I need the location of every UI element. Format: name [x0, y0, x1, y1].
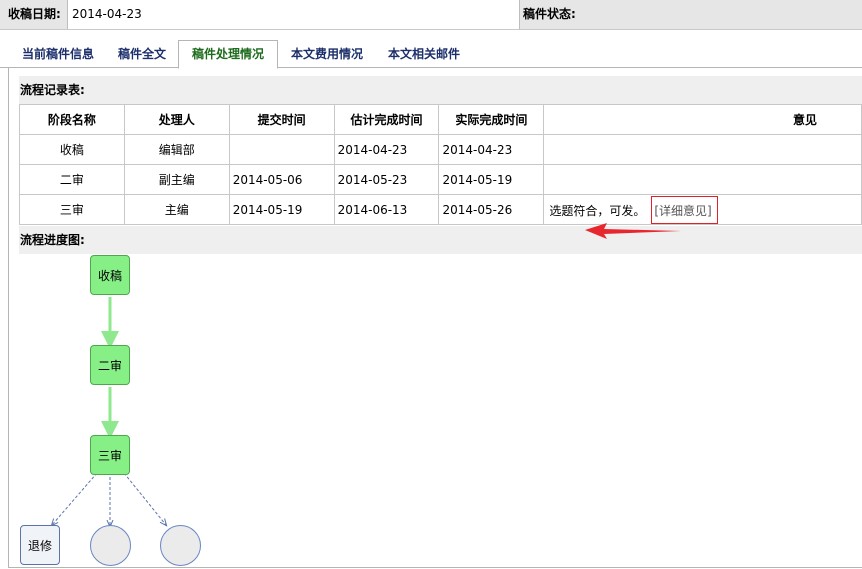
content-panel: 流程记录表: 阶段名称 处理人 提交时间 估计完成时间 实际完成时间 意见 收稿…	[8, 68, 862, 568]
flow-node-sanshen: 三审	[90, 435, 130, 475]
receive-date-value: 2014-04-23	[68, 0, 519, 29]
arrow-sanshen-to-tuixiu	[52, 472, 98, 525]
flow-connectors	[9, 297, 862, 568]
tab-current-info[interactable]: 当前稿件信息	[10, 42, 106, 68]
tab-full-text[interactable]: 稿件全文	[108, 42, 176, 68]
tab-fees[interactable]: 本文费用情况	[280, 42, 374, 68]
arrow-sanshen-to-next-2	[123, 472, 166, 525]
flow-node-ershen: 二审	[90, 345, 130, 385]
flow-node-blank	[90, 525, 131, 566]
tab-related-emails[interactable]: 本文相关邮件	[378, 42, 470, 68]
receive-date-label: 收稿日期:	[0, 0, 67, 29]
flow-node-blank	[160, 525, 201, 566]
flow-node-shougao: 收稿	[90, 255, 130, 295]
tab-bar: 当前稿件信息 稿件全文 稿件处理情况 本文费用情况 本文相关邮件	[0, 36, 862, 69]
status-label: 稿件状态:	[520, 0, 862, 29]
manuscript-info-bar: 收稿日期: 2014-04-23 稿件状态:	[0, 0, 862, 30]
flow-node-tuixiu: 退修	[20, 525, 60, 565]
red-arrow-annotation	[585, 223, 681, 239]
tab-processing-status[interactable]: 稿件处理情况	[178, 40, 278, 69]
